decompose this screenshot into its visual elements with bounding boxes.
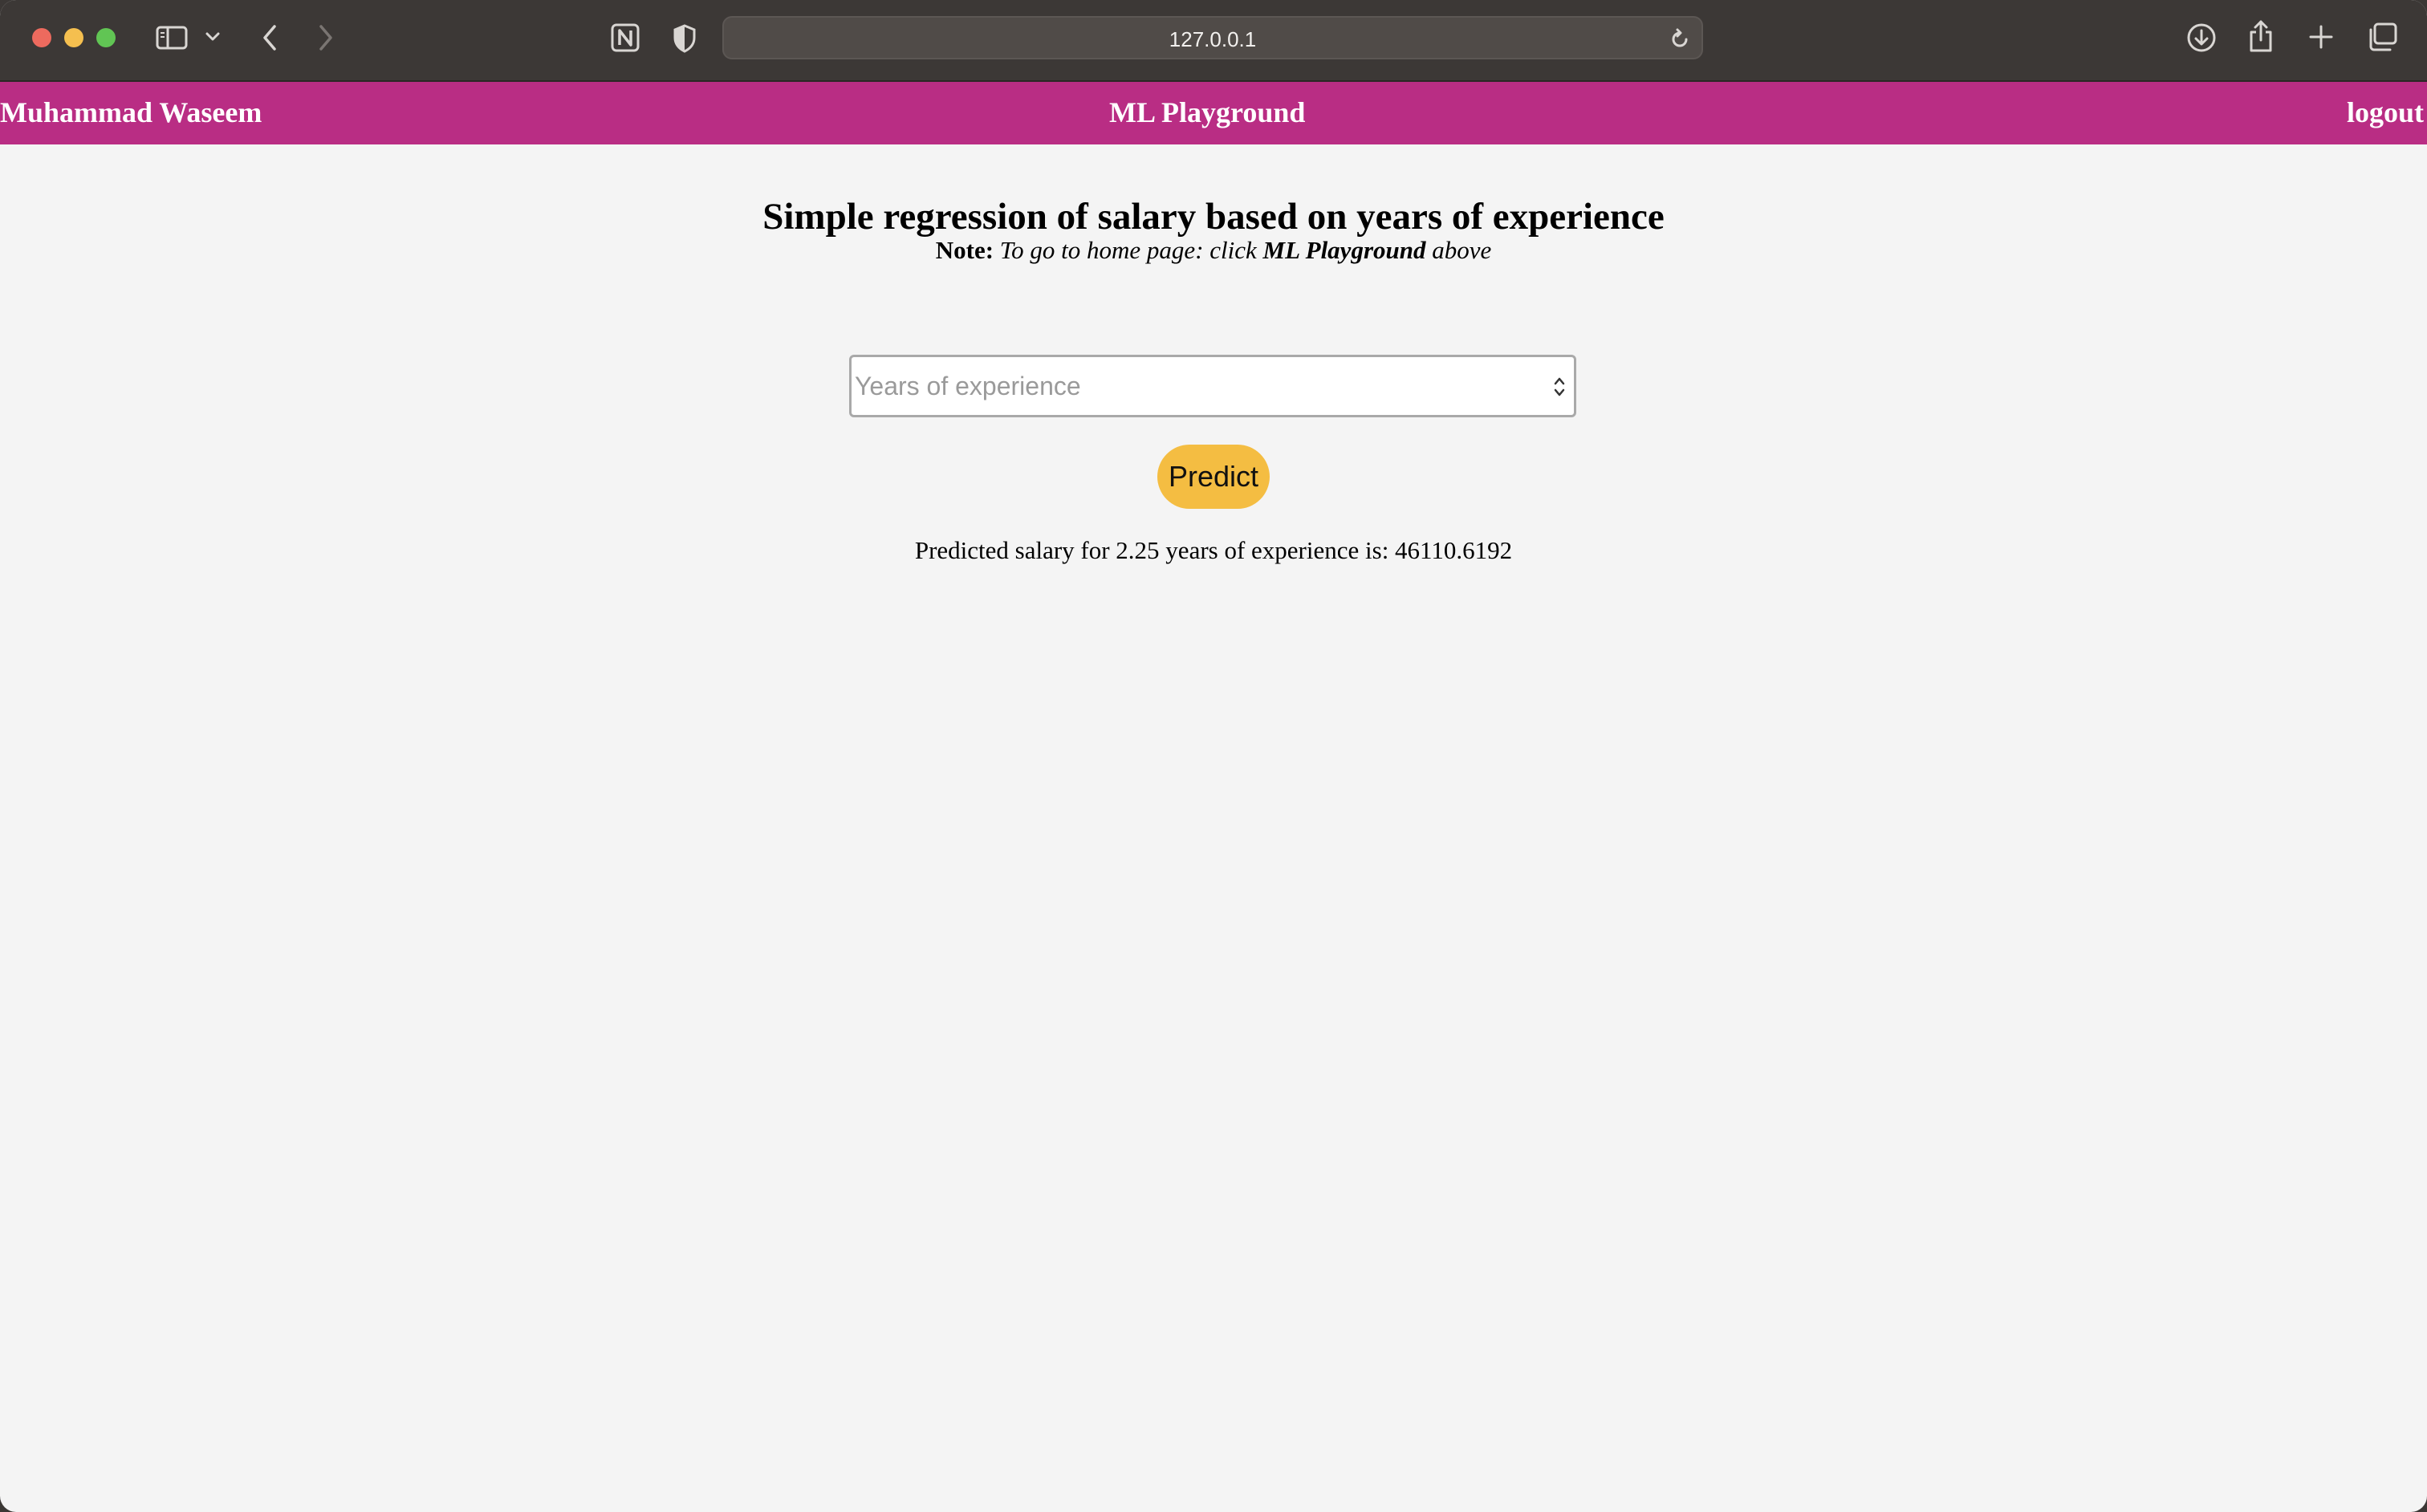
note-link-text: ML Playground <box>1262 236 1426 264</box>
site-navbar: Muhammad Waseem ML Playground logout <box>0 82 2427 144</box>
years-input-wrapper <box>849 355 1576 417</box>
chevron-down-icon[interactable] <box>205 32 220 42</box>
browser-window: 127.0.0.1 Muhammad Waseem ML Playground … <box>0 0 2427 1512</box>
logout-link[interactable]: logout <box>2347 95 2424 130</box>
download-icon[interactable] <box>2186 22 2217 53</box>
page-title: Simple regression of salary based on yea… <box>762 196 1665 238</box>
predict-button[interactable]: Predict <box>1157 445 1270 509</box>
chevron-left-icon[interactable] <box>262 24 278 51</box>
address-bar[interactable]: 127.0.0.1 <box>722 16 1703 59</box>
sidebar-icon[interactable] <box>156 26 188 50</box>
share-icon[interactable] <box>2247 19 2275 53</box>
brand-home-link[interactable]: ML Playground <box>1109 95 1305 130</box>
tab-overview-icon[interactable] <box>2368 22 2398 51</box>
reload-icon[interactable] <box>1669 28 1690 51</box>
note-label: Note: <box>935 236 994 264</box>
note-text-post: above <box>1432 236 1492 264</box>
user-name-link[interactable]: Muhammad Waseem <box>0 95 262 130</box>
note-text-pre: To go to home page: click <box>999 236 1257 264</box>
home-note: Note: To go to home page: click ML Playg… <box>0 234 2427 266</box>
url-text: 127.0.0.1 <box>1169 27 1257 51</box>
number-stepper-icon[interactable] <box>1551 373 1567 400</box>
prediction-result: Predicted salary for 2.25 years of exper… <box>914 536 1513 564</box>
close-window-button[interactable] <box>32 28 51 47</box>
chevron-right-icon[interactable] <box>318 24 334 51</box>
plus-icon[interactable] <box>2308 24 2334 50</box>
shield-icon[interactable] <box>673 24 697 53</box>
browser-toolbar: 127.0.0.1 <box>0 0 2427 82</box>
minimize-window-button[interactable] <box>64 28 83 47</box>
years-of-experience-input[interactable] <box>852 357 1529 415</box>
zoom-window-button[interactable] <box>96 28 116 47</box>
notion-icon[interactable] <box>610 22 640 53</box>
